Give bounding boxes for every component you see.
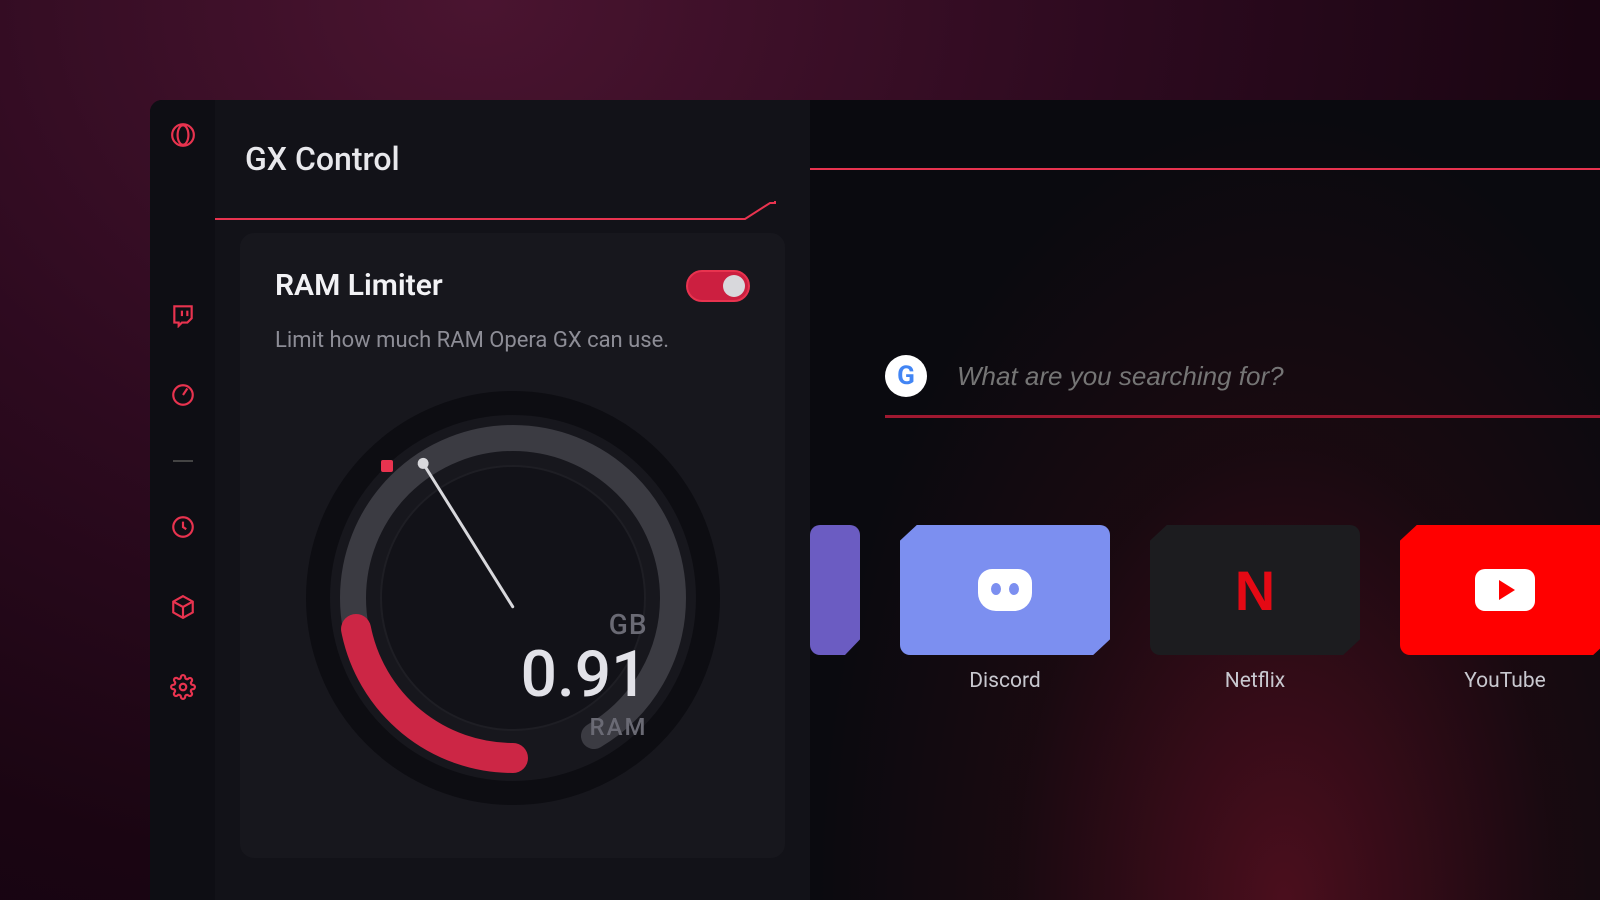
toggle-knob	[723, 275, 745, 297]
card-header: RAM Limiter	[275, 268, 750, 303]
panel-title-text: GX Control	[245, 140, 400, 178]
tile-twitch[interactable]	[810, 525, 860, 655]
sidebar	[150, 100, 215, 900]
ram-limiter-toggle[interactable]	[686, 270, 750, 302]
tile-youtube-label: YouTube	[1464, 669, 1546, 693]
tile-discord[interactable]: Discord	[900, 525, 1110, 693]
tile-youtube[interactable]: YouTube	[1400, 525, 1600, 693]
panel-title: GX Control	[215, 100, 810, 203]
ram-limiter-card: RAM Limiter Limit how much RAM Opera GX …	[240, 233, 785, 858]
speed-dial-tiles: Discord N Netflix YouTube	[810, 525, 1600, 693]
background-art	[810, 100, 1600, 900]
gauge-handle[interactable]	[381, 460, 393, 472]
tile-netflix-label: Netflix	[1225, 669, 1285, 693]
tile-discord-label: Discord	[969, 669, 1040, 693]
twitch-icon[interactable]	[168, 300, 198, 330]
header-accent-border	[215, 201, 810, 203]
ram-limiter-title: RAM Limiter	[275, 268, 443, 303]
gx-control-panel: GX Control RAM Limiter Limit how much RA…	[215, 100, 810, 900]
cube-icon[interactable]	[168, 592, 198, 622]
opera-logo-icon[interactable]	[168, 120, 198, 150]
tile-netflix[interactable]: N Netflix	[1150, 525, 1360, 693]
search-engine-google-icon[interactable]: G	[885, 355, 927, 397]
search-bar[interactable]: G	[885, 355, 1600, 418]
tile-youtube-box[interactable]	[1400, 525, 1600, 655]
clock-icon[interactable]	[168, 512, 198, 542]
browser-window: GX Control RAM Limiter Limit how much RA…	[150, 100, 1600, 900]
netflix-icon: N	[1235, 558, 1275, 623]
discord-icon	[978, 569, 1032, 611]
main-area: G Discord N Netflix	[810, 100, 1600, 900]
ram-limiter-description: Limit how much RAM Opera GX can use.	[275, 328, 750, 353]
gauge-label: RAM	[521, 713, 648, 741]
tab-strip[interactable]	[810, 100, 1600, 170]
tile-twitch-box[interactable]	[810, 525, 860, 655]
tile-netflix-box[interactable]: N	[1150, 525, 1360, 655]
ram-gauge[interactable]: GB 0.91 RAM	[303, 388, 723, 808]
gauge-readout: GB 0.91 RAM	[521, 608, 648, 741]
sidebar-divider	[173, 460, 193, 462]
gauge-value: 0.91	[521, 643, 648, 707]
youtube-icon	[1475, 569, 1535, 611]
limiter-gauge-icon[interactable]	[168, 380, 198, 410]
search-input[interactable]	[957, 361, 1600, 392]
settings-gear-icon[interactable]	[168, 672, 198, 702]
tile-discord-box[interactable]	[900, 525, 1110, 655]
